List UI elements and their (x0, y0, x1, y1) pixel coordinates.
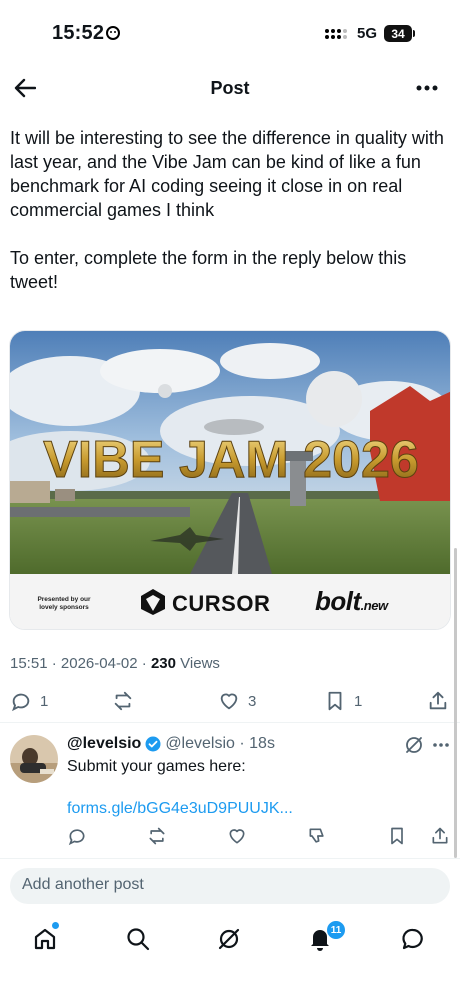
avatar[interactable] (10, 735, 58, 783)
reply-author-handle[interactable]: @levelsio (165, 735, 235, 753)
divider (0, 722, 460, 723)
notifications-badge: 11 (326, 920, 346, 940)
home-notification-dot (51, 921, 60, 930)
sponsor-bolt: bolt.new (315, 586, 388, 617)
reply-text: Submit your games here: (67, 758, 246, 775)
reply-icon (12, 693, 30, 712)
search-icon[interactable] (125, 926, 151, 952)
sponsor-bolt-name: bolt (315, 586, 361, 616)
post-date: 2026-04-02 (60, 655, 138, 672)
battery-level: 34 (391, 26, 405, 41)
heart-icon (220, 693, 238, 710)
post-body: It will be interesting to see the differ… (10, 126, 452, 294)
share-button[interactable] (427, 688, 449, 714)
post-time: 15:51 (10, 655, 48, 672)
reply-header: @levelsio @levelsio · 18s (67, 735, 275, 753)
signal-strength-icon (325, 29, 347, 39)
thumbs-down-icon[interactable] (307, 826, 327, 846)
vibe-jam-scene: VIBE JAM 2026 (10, 331, 450, 574)
network-type: 5G (357, 25, 378, 42)
scrollbar[interactable] (454, 548, 457, 858)
sponsor-bolt-suffix: .new (360, 598, 388, 613)
bookmark-count: 1 (354, 692, 363, 710)
post-paragraph: It will be interesting to see the differ… (10, 128, 444, 220)
views-count: 230 (150, 655, 176, 672)
repost-button[interactable] (112, 688, 134, 714)
views-label: Views (180, 655, 220, 672)
status-time: 15:52 (52, 22, 105, 44)
repost-icon (114, 691, 132, 711)
repost-icon[interactable] (147, 826, 167, 846)
reply-icon[interactable] (67, 826, 87, 846)
back-arrow-icon[interactable] (14, 78, 36, 98)
more-options-icon[interactable] (432, 742, 450, 748)
bookmark-icon[interactable] (387, 826, 407, 846)
more-options-icon[interactable] (416, 84, 438, 92)
page-title: Post (210, 78, 250, 98)
post-paragraph: To enter, complete the form in the reply… (10, 248, 407, 292)
reply-link[interactable]: forms.gle/bGG4e3uD9PUUJK... (67, 800, 293, 818)
reply-count: 1 (40, 692, 49, 710)
grok-icon[interactable] (404, 735, 424, 755)
battery-icon: 34 (384, 25, 412, 42)
bookmark-button[interactable]: 1 (324, 688, 362, 714)
presented-by-label: Presented by our lovely sponsors (37, 596, 91, 611)
grok-icon[interactable] (216, 926, 242, 952)
share-icon (429, 691, 447, 710)
reply-author-name[interactable]: @levelsio (67, 735, 141, 753)
like-button[interactable]: 3 (218, 688, 256, 714)
messages-icon[interactable] (400, 926, 426, 952)
like-count: 3 (248, 692, 257, 710)
reply-button[interactable]: 1 (10, 688, 48, 714)
verified-badge-icon (145, 736, 161, 752)
cursor-logo-icon (141, 589, 165, 615)
reply-separator: · (234, 735, 250, 752)
scene-headline: VIBE JAM 2026 (43, 431, 419, 489)
share-icon[interactable] (430, 826, 450, 846)
reply-age: 18s (249, 735, 275, 752)
post-image[interactable]: VIBE JAM 2026 Presented by our lovely sp… (9, 330, 451, 630)
battery-tip (413, 30, 415, 37)
bookmark-icon (328, 691, 342, 711)
heart-icon[interactable] (227, 826, 247, 846)
post-timestamp: 15:51 · 2026-04-02 · 230 Views (10, 655, 220, 672)
divider (0, 858, 460, 859)
add-post-input[interactable]: Add another post (10, 868, 450, 904)
smiley-face-icon (106, 26, 120, 40)
sponsor-cursor: CURSOR (172, 591, 271, 616)
